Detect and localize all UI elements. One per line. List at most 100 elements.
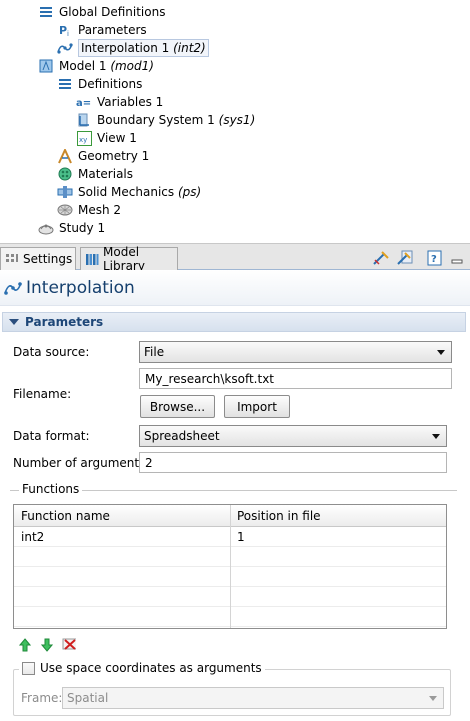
panel-title-bar: Interpolation bbox=[0, 270, 470, 306]
table-cell[interactable] bbox=[14, 547, 230, 567]
functions-table: Function name Position in file int2 1 bbox=[13, 504, 447, 629]
parameters-icon: Pi bbox=[57, 22, 73, 38]
functions-legend: Functions bbox=[19, 482, 83, 496]
tree-item-variables[interactable]: a= Variables 1 bbox=[76, 93, 163, 111]
chevron-down-icon bbox=[432, 434, 440, 439]
tab-model-library[interactable]: Model Library bbox=[80, 245, 178, 273]
tree-item-study[interactable]: Study 1 bbox=[38, 219, 105, 237]
data-format-label: Data format: bbox=[13, 429, 90, 443]
table-cell[interactable]: int2 bbox=[14, 527, 230, 547]
model-tree: Global Definitions Pi Parameters Interpo… bbox=[0, 0, 470, 242]
tree-item-label: Definitions bbox=[78, 77, 143, 91]
table-cell[interactable] bbox=[230, 567, 446, 587]
table-cell[interactable]: 1 bbox=[230, 527, 446, 547]
tree-item-label: View 1 bbox=[97, 131, 137, 145]
tree-item-tag: (mod1) bbox=[110, 59, 154, 73]
page-title: Interpolation bbox=[26, 277, 135, 298]
filename-value: My_research\ksoft.txt bbox=[145, 371, 274, 386]
svg-text:P: P bbox=[59, 24, 67, 37]
tree-item-label: Global Definitions bbox=[59, 5, 166, 19]
tree-item-interpolation[interactable]: Interpolation 1 (int2) bbox=[57, 39, 209, 57]
import-button[interactable]: Import bbox=[224, 395, 290, 418]
section-parameters-header[interactable]: Parameters bbox=[2, 312, 466, 332]
svg-text:i: i bbox=[67, 30, 69, 37]
data-source-label: Data source: bbox=[13, 345, 90, 359]
tree-item-view[interactable]: xy View 1 bbox=[76, 129, 137, 147]
column-header-function-name[interactable]: Function name bbox=[14, 505, 230, 527]
filename-field[interactable]: My_research\ksoft.txt bbox=[139, 368, 452, 389]
help-button[interactable]: ? bbox=[425, 249, 445, 267]
interpolation-icon bbox=[4, 280, 22, 296]
build-button[interactable] bbox=[371, 249, 391, 267]
svg-text:a=: a= bbox=[76, 98, 91, 108]
move-down-button[interactable] bbox=[40, 638, 54, 652]
tab-settings[interactable]: Settings bbox=[0, 247, 76, 270]
frame-select[interactable]: Spatial bbox=[62, 687, 444, 709]
help-icon: ? bbox=[427, 250, 442, 266]
chevron-down-icon bbox=[437, 350, 445, 355]
tree-item-solid-mechanics[interactable]: Solid Mechanics (ps) bbox=[57, 183, 201, 201]
table-cell[interactable] bbox=[14, 587, 230, 607]
boundary-system-icon bbox=[76, 112, 92, 128]
space-coords-option[interactable]: Use space coordinates as arguments bbox=[19, 661, 265, 675]
column-divider bbox=[230, 505, 231, 628]
tree-item-parameters[interactable]: Pi Parameters bbox=[57, 21, 147, 39]
delete-icon bbox=[62, 638, 76, 650]
num-args-label: Number of arguments: bbox=[13, 456, 150, 470]
arrow-up-icon bbox=[19, 638, 31, 652]
tab-bar: Settings Model Library ? bbox=[0, 243, 470, 273]
tree-item-definitions[interactable]: Definitions bbox=[57, 75, 142, 93]
table-cell[interactable] bbox=[14, 567, 230, 587]
build-icon bbox=[373, 251, 389, 265]
solid-mechanics-icon bbox=[57, 184, 73, 200]
tree-item-label: Boundary System 1 bbox=[97, 113, 215, 127]
model-icon bbox=[38, 58, 54, 74]
chevron-down-icon bbox=[429, 696, 437, 701]
column-header-position[interactable]: Position in file bbox=[230, 505, 446, 527]
tab-model-library-label: Model Library bbox=[103, 245, 145, 273]
tree-item-tag: (sys1) bbox=[218, 113, 256, 127]
tree-item-tag: (ps) bbox=[177, 185, 202, 199]
data-source-value: File bbox=[144, 345, 165, 359]
tree-item-geometry[interactable]: Geometry 1 bbox=[57, 147, 149, 165]
tree-item-model[interactable]: Model 1 (mod1) bbox=[38, 57, 154, 75]
tree-item-global-definitions[interactable]: Global Definitions bbox=[38, 3, 165, 21]
arrow-down-icon bbox=[41, 638, 53, 652]
table-cell[interactable] bbox=[230, 607, 446, 627]
tree-item-mesh[interactable]: Mesh 2 bbox=[57, 201, 121, 219]
table-cell[interactable] bbox=[230, 547, 446, 567]
table-cell[interactable] bbox=[230, 587, 446, 607]
svg-text:?: ? bbox=[431, 254, 437, 265]
data-format-select[interactable]: Spreadsheet bbox=[139, 425, 447, 447]
browse-button[interactable]: Browse... bbox=[140, 395, 215, 418]
minimize-button[interactable] bbox=[447, 249, 467, 267]
build-all-icon bbox=[397, 250, 413, 265]
definitions-icon bbox=[57, 76, 73, 92]
tree-item-materials[interactable]: Materials bbox=[57, 165, 133, 183]
section-title: Parameters bbox=[25, 315, 104, 329]
move-up-button[interactable] bbox=[18, 638, 32, 652]
materials-icon bbox=[57, 166, 73, 182]
table-cell[interactable] bbox=[14, 607, 230, 627]
model-library-icon bbox=[85, 252, 99, 266]
num-args-value: 2 bbox=[145, 455, 153, 470]
geometry-icon bbox=[57, 148, 73, 164]
data-source-select[interactable]: File bbox=[139, 341, 452, 363]
space-coords-checkbox[interactable] bbox=[22, 661, 35, 675]
global-definitions-icon bbox=[38, 4, 54, 20]
data-format-value: Spreadsheet bbox=[144, 429, 220, 443]
space-coords-label: Use space coordinates as arguments bbox=[40, 661, 262, 675]
interpolation-icon bbox=[57, 40, 73, 56]
delete-button[interactable] bbox=[62, 637, 76, 651]
tree-item-boundary-system[interactable]: Boundary System 1 (sys1) bbox=[76, 111, 255, 129]
settings-icon bbox=[5, 252, 19, 266]
collapse-triangle-icon bbox=[9, 319, 19, 325]
tree-item-label: Interpolation 1 bbox=[81, 41, 170, 55]
frame-label: Frame: bbox=[21, 691, 63, 705]
tree-item-label: Study 1 bbox=[59, 221, 106, 235]
svg-text:xy: xy bbox=[79, 136, 87, 144]
filename-label: Filename: bbox=[13, 387, 72, 401]
build-all-button[interactable] bbox=[395, 249, 415, 267]
num-args-field[interactable]: 2 bbox=[139, 452, 447, 473]
tree-item-label: Materials bbox=[78, 167, 134, 181]
